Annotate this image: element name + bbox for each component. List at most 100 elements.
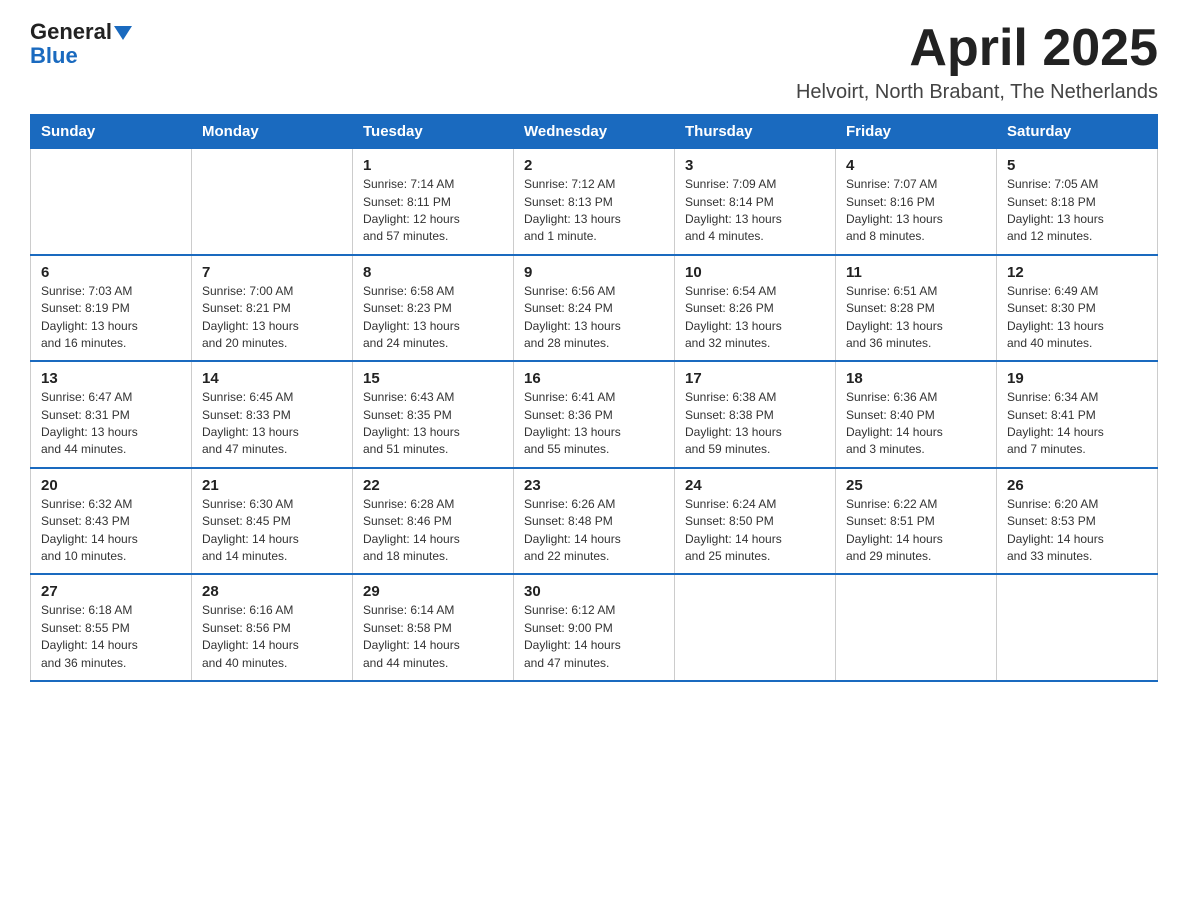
logo-general-text: General	[30, 20, 132, 44]
calendar-header-wednesday: Wednesday	[514, 115, 675, 149]
calendar-week-row: 13 Sunrise: 6:47 AM Sunset: 8:31 PM Dayli…	[31, 361, 1158, 468]
day-info: Sunrise: 6:26 AM Sunset: 8:48 PM Dayligh…	[524, 496, 664, 566]
day-info: Sunrise: 6:28 AM Sunset: 8:46 PM Dayligh…	[363, 496, 503, 566]
calendar-cell: 19Sunrise: 6:34 AM Sunset: 8:41 PM Dayli…	[997, 361, 1158, 468]
day-info: Sunrise: 6:41 AM Sunset: 8:36 PM Dayligh…	[524, 389, 664, 459]
day-number: 15	[363, 370, 503, 387]
day-number: 16	[524, 370, 664, 387]
calendar-cell: 15 Sunrise: 6:43 AM Sunset: 8:35 PM Dayli…	[353, 361, 514, 468]
calendar-cell: 23 Sunrise: 6:26 AM Sunset: 8:48 PM Dayli…	[514, 468, 675, 575]
calendar-cell	[192, 149, 353, 255]
day-info: Sunrise: 6:24 AM Sunset: 8:50 PM Dayligh…	[685, 496, 825, 566]
calendar-week-row: 1 Sunrise: 7:14 AM Sunset: 8:11 PM Daylig…	[31, 149, 1158, 255]
day-number: 8	[363, 264, 503, 281]
calendar-header-sunday: Sunday	[31, 115, 192, 149]
day-number: 20	[41, 477, 181, 494]
calendar-cell: 8 Sunrise: 6:58 AM Sunset: 8:23 PM Daylig…	[353, 255, 514, 362]
day-number: 14	[202, 370, 342, 387]
day-number: 30	[524, 583, 664, 600]
calendar-cell	[997, 574, 1158, 681]
day-info: Sunrise: 6:32 AM Sunset: 8:43 PM Dayligh…	[41, 496, 181, 566]
location-title: Helvoirt, North Brabant, The Netherlands	[796, 81, 1158, 104]
calendar-header-friday: Friday	[836, 115, 997, 149]
day-number: 21	[202, 477, 342, 494]
day-info: Sunrise: 7:00 AM Sunset: 8:21 PM Dayligh…	[202, 283, 342, 353]
calendar-cell: 4Sunrise: 7:07 AM Sunset: 8:16 PM Daylig…	[836, 149, 997, 255]
day-info: Sunrise: 6:30 AM Sunset: 8:45 PM Dayligh…	[202, 496, 342, 566]
calendar-cell: 26 Sunrise: 6:20 AM Sunset: 8:53 PM Dayli…	[997, 468, 1158, 575]
calendar-header-monday: Monday	[192, 115, 353, 149]
day-info: Sunrise: 6:38 AM Sunset: 8:38 PM Dayligh…	[685, 389, 825, 459]
calendar-cell: 11 Sunrise: 6:51 AM Sunset: 8:28 PM Dayli…	[836, 255, 997, 362]
calendar-cell: 5 Sunrise: 7:05 AM Sunset: 8:18 PM Daylig…	[997, 149, 1158, 255]
calendar-cell: 14 Sunrise: 6:45 AM Sunset: 8:33 PM Dayli…	[192, 361, 353, 468]
calendar-cell: 24 Sunrise: 6:24 AM Sunset: 8:50 PM Dayli…	[675, 468, 836, 575]
calendar-cell: 1 Sunrise: 7:14 AM Sunset: 8:11 PM Daylig…	[353, 149, 514, 255]
day-number: 26	[1007, 477, 1147, 494]
day-number: 11	[846, 264, 986, 281]
calendar-cell: 25 Sunrise: 6:22 AM Sunset: 8:51 PM Dayli…	[836, 468, 997, 575]
day-number: 9	[524, 264, 664, 281]
calendar-header-row: SundayMondayTuesdayWednesdayThursdayFrid…	[31, 115, 1158, 149]
day-number: 3	[685, 157, 825, 174]
calendar-cell: 30 Sunrise: 6:12 AM Sunset: 9:00 PM Dayli…	[514, 574, 675, 681]
day-number: 13	[41, 370, 181, 387]
calendar-cell: 17 Sunrise: 6:38 AM Sunset: 8:38 PM Dayli…	[675, 361, 836, 468]
calendar-cell: 20 Sunrise: 6:32 AM Sunset: 8:43 PM Dayli…	[31, 468, 192, 575]
day-number: 12	[1007, 264, 1147, 281]
calendar-header-tuesday: Tuesday	[353, 115, 514, 149]
calendar-cell: 27 Sunrise: 6:18 AM Sunset: 8:55 PM Dayli…	[31, 574, 192, 681]
day-number: 5	[1007, 157, 1147, 174]
calendar-header-thursday: Thursday	[675, 115, 836, 149]
day-info: Sunrise: 7:12 AM Sunset: 8:13 PM Dayligh…	[524, 176, 664, 246]
day-number: 2	[524, 157, 664, 174]
day-number: 22	[363, 477, 503, 494]
day-number: 7	[202, 264, 342, 281]
calendar-cell: 10 Sunrise: 6:54 AM Sunset: 8:26 PM Dayli…	[675, 255, 836, 362]
calendar-cell: 6Sunrise: 7:03 AM Sunset: 8:19 PM Daylig…	[31, 255, 192, 362]
month-title: April 2025	[796, 20, 1158, 77]
day-number: 1	[363, 157, 503, 174]
calendar-cell: 16 Sunrise: 6:41 AM Sunset: 8:36 PM Dayli…	[514, 361, 675, 468]
calendar-week-row: 27 Sunrise: 6:18 AM Sunset: 8:55 PM Dayli…	[31, 574, 1158, 681]
day-number: 27	[41, 583, 181, 600]
day-number: 10	[685, 264, 825, 281]
day-info: Sunrise: 6:12 AM Sunset: 9:00 PM Dayligh…	[524, 602, 664, 672]
logo-triangle-icon	[114, 26, 132, 40]
day-number: 23	[524, 477, 664, 494]
day-info: Sunrise: 6:47 AM Sunset: 8:31 PM Dayligh…	[41, 389, 181, 459]
calendar-header-saturday: Saturday	[997, 115, 1158, 149]
day-number: 6	[41, 264, 181, 281]
day-info: Sunrise: 6:54 AM Sunset: 8:26 PM Dayligh…	[685, 283, 825, 353]
calendar-week-row: 6Sunrise: 7:03 AM Sunset: 8:19 PM Daylig…	[31, 255, 1158, 362]
day-info: Sunrise: 6:58 AM Sunset: 8:23 PM Dayligh…	[363, 283, 503, 353]
day-info: Sunrise: 7:14 AM Sunset: 8:11 PM Dayligh…	[363, 176, 503, 246]
day-number: 25	[846, 477, 986, 494]
day-info: Sunrise: 6:18 AM Sunset: 8:55 PM Dayligh…	[41, 602, 181, 672]
day-number: 29	[363, 583, 503, 600]
day-info: Sunrise: 7:09 AM Sunset: 8:14 PM Dayligh…	[685, 176, 825, 246]
day-info: Sunrise: 6:20 AM Sunset: 8:53 PM Dayligh…	[1007, 496, 1147, 566]
calendar-cell: 3 Sunrise: 7:09 AM Sunset: 8:14 PM Daylig…	[675, 149, 836, 255]
day-number: 19	[1007, 370, 1147, 387]
day-number: 17	[685, 370, 825, 387]
calendar-cell: 22 Sunrise: 6:28 AM Sunset: 8:46 PM Dayli…	[353, 468, 514, 575]
day-info: Sunrise: 7:05 AM Sunset: 8:18 PM Dayligh…	[1007, 176, 1147, 246]
day-info: Sunrise: 6:56 AM Sunset: 8:24 PM Dayligh…	[524, 283, 664, 353]
day-info: Sunrise: 6:51 AM Sunset: 8:28 PM Dayligh…	[846, 283, 986, 353]
day-info: Sunrise: 6:22 AM Sunset: 8:51 PM Dayligh…	[846, 496, 986, 566]
calendar-cell	[31, 149, 192, 255]
day-info: Sunrise: 6:16 AM Sunset: 8:56 PM Dayligh…	[202, 602, 342, 672]
day-number: 24	[685, 477, 825, 494]
title-area: April 2025 Helvoirt, North Brabant, The …	[796, 20, 1158, 104]
header: General Blue April 2025 Helvoirt, North …	[30, 20, 1158, 104]
calendar-cell	[675, 574, 836, 681]
day-info: Sunrise: 6:49 AM Sunset: 8:30 PM Dayligh…	[1007, 283, 1147, 353]
day-info: Sunrise: 6:45 AM Sunset: 8:33 PM Dayligh…	[202, 389, 342, 459]
day-info: Sunrise: 7:07 AM Sunset: 8:16 PM Dayligh…	[846, 176, 986, 246]
calendar-cell: 28Sunrise: 6:16 AM Sunset: 8:56 PM Dayli…	[192, 574, 353, 681]
logo: General Blue	[30, 20, 132, 68]
day-info: Sunrise: 6:43 AM Sunset: 8:35 PM Dayligh…	[363, 389, 503, 459]
calendar-cell	[836, 574, 997, 681]
calendar-cell: 9 Sunrise: 6:56 AM Sunset: 8:24 PM Daylig…	[514, 255, 675, 362]
